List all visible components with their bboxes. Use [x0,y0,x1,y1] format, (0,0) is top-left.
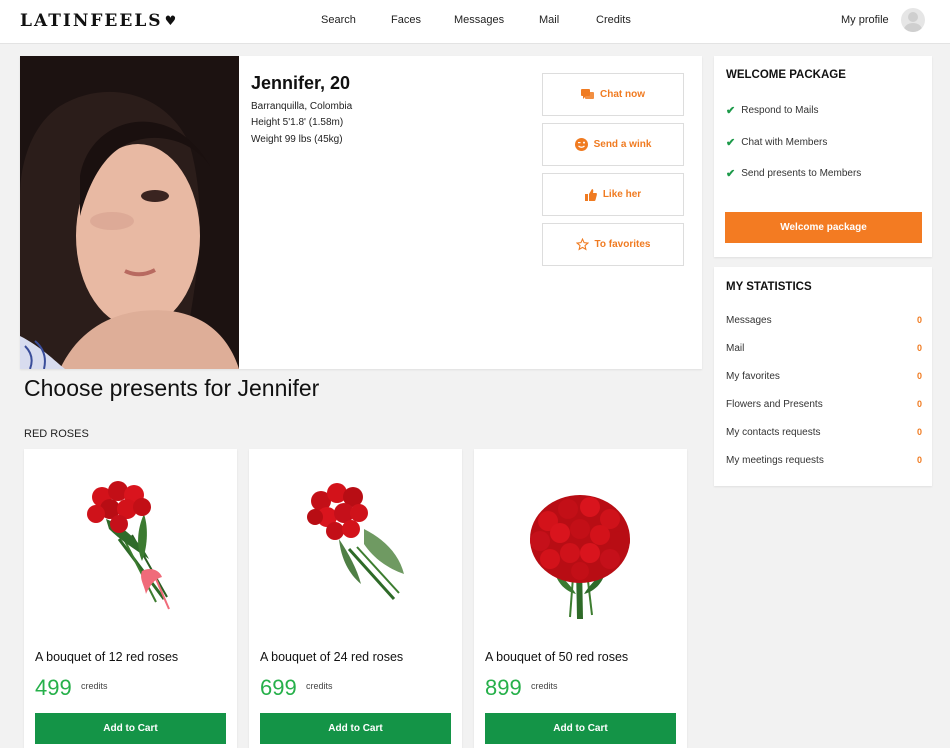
bouquet-image[interactable] [249,469,462,639]
product-card: A bouquet of 24 red roses 699 credits Ad… [249,449,462,748]
stat-row[interactable]: My meetings requests 0 [726,455,922,466]
my-profile-link[interactable]: My profile [841,14,889,26]
product-price: 499 [35,675,72,700]
nav-search[interactable]: Search [321,14,356,26]
price-unit: credits [306,681,333,691]
section-label: RED ROSES [24,428,89,440]
check-icon: ✔ [726,137,736,149]
profile-card: Jennifer, 20 Barranquilla, Colombia Heig… [20,56,702,369]
top-header: LATINFEELS ♥ Search Faces Messages Mail C… [0,0,950,44]
my-statistics-panel: MY STATISTICS Messages 0 Mail 0 My favor… [714,267,932,486]
heart-icon: ♥ [164,13,179,29]
add-to-cart-button[interactable]: Add to Cart [260,713,451,744]
send-wink-button[interactable]: Send a wink [542,123,684,166]
stat-row[interactable]: Mail 0 [726,343,922,354]
wink-icon [574,138,588,151]
my-statistics-title: MY STATISTICS [726,281,812,293]
welcome-item-label: Chat with Members [741,137,828,148]
stat-row[interactable]: My contacts requests 0 [726,427,922,438]
stat-value: 0 [916,427,922,437]
stat-value: 0 [916,455,922,465]
welcome-package-button[interactable]: Welcome package [725,212,922,243]
product-name: A bouquet of 50 red roses [485,650,629,664]
stat-value: 0 [916,315,922,325]
chat-now-button[interactable]: Chat now [542,73,684,116]
nav-messages[interactable]: Messages [454,14,504,26]
welcome-package-title: WELCOME PACKAGE [726,69,846,81]
thumbs-up-icon [584,188,597,201]
profile-photo[interactable] [20,56,239,369]
send-wink-label: Send a wink [593,139,652,150]
profile-height: Height 5'1.8' (1.58m) [251,117,344,128]
profile-name: Jennifer, 20 [251,73,351,93]
product-card: A bouquet of 50 red roses 899 credits Ad… [474,449,687,748]
product-price: 699 [260,675,297,700]
product-name: A bouquet of 24 red roses [260,650,404,664]
check-icon: ✔ [726,105,736,117]
stat-label: Messages [726,315,772,326]
stat-label: Flowers and Presents [726,399,823,410]
nav-faces[interactable]: Faces [391,14,421,26]
welcome-item-label: Send presents to Members [741,168,862,179]
welcome-item-label: Respond to Mails [741,105,819,116]
nav-mail[interactable]: Mail [539,14,559,26]
stat-label: Mail [726,343,745,354]
stat-value: 0 [916,371,922,381]
stat-row[interactable]: Messages 0 [726,315,922,326]
product-name: A bouquet of 12 red roses [35,650,179,664]
bouquet-image[interactable] [474,469,687,639]
stat-label: My favorites [726,371,780,382]
bouquet-image[interactable] [24,469,237,639]
nav-credits[interactable]: Credits [596,14,631,26]
stat-value: 0 [916,343,922,353]
price-unit: credits [81,681,108,691]
stat-row[interactable]: My favorites 0 [726,371,922,382]
logo-text: LATINFEELS [20,11,163,31]
like-her-label: Like her [602,189,642,200]
stat-label: My contacts requests [726,427,821,438]
chat-icon [581,88,594,101]
welcome-item: ✔ Respond to Mails [726,104,818,117]
chat-now-label: Chat now [600,89,645,100]
product-card: A bouquet of 12 red roses 499 credits Ad… [24,449,237,748]
to-favorites-button[interactable]: To favorites [542,223,684,266]
stat-label: My meetings requests [726,455,824,466]
site-logo[interactable]: LATINFEELS ♥ [20,11,178,31]
avatar[interactable] [901,8,925,32]
check-icon: ✔ [726,168,736,180]
profile-location: Barranquilla, Colombia [251,101,353,112]
stat-value: 0 [916,399,922,409]
add-to-cart-button[interactable]: Add to Cart [485,713,676,744]
to-favorites-label: To favorites [594,239,651,250]
add-to-cart-button[interactable]: Add to Cart [35,713,226,744]
welcome-package-panel: WELCOME PACKAGE ✔ Respond to Mails ✔ Cha… [714,56,932,257]
welcome-item: ✔ Chat with Members [726,136,827,149]
welcome-item: ✔ Send presents to Members [726,167,861,180]
like-her-button[interactable]: Like her [542,173,684,216]
stat-row[interactable]: Flowers and Presents 0 [726,399,922,410]
presents-title: Choose presents for Jennifer [24,375,320,401]
product-price: 899 [485,675,522,700]
star-icon [575,238,589,251]
profile-weight: Weight 99 lbs (45kg) [251,134,343,145]
price-unit: credits [531,681,558,691]
